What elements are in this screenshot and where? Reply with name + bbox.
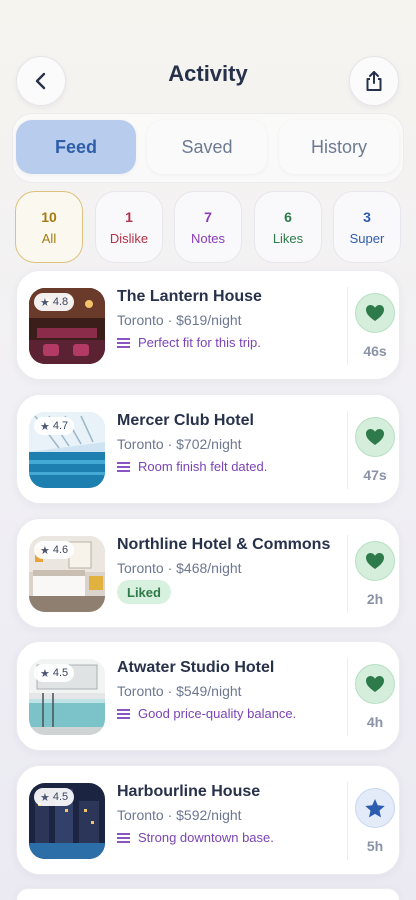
rating-badge: ★ 4.7	[34, 417, 75, 435]
activity-card[interactable]: ★ 4.8 The Lantern House Toronto · $619/n…	[16, 270, 400, 380]
hotel-note: Perfect fit for this trip.	[117, 335, 261, 350]
hotel-photo: ★ 4.6	[29, 536, 105, 612]
time-ago: 2h	[366, 591, 384, 607]
header: Activity	[0, 56, 416, 108]
note-lines-icon	[117, 833, 130, 843]
filter-label: Likes	[272, 230, 304, 246]
filter-notes[interactable]: 7 Notes	[174, 191, 242, 263]
hotel-meta: Toronto · $549/night	[117, 683, 242, 699]
star-icon: ★	[40, 667, 50, 680]
rating-badge: ★ 4.5	[34, 664, 75, 682]
filter-label: Super	[349, 230, 385, 246]
rating-value: 4.5	[52, 667, 69, 679]
rating-value: 4.5	[52, 791, 69, 803]
hotel-photo: ★ 4.8	[29, 288, 105, 364]
tab-saved[interactable]: Saved	[147, 120, 267, 174]
note-text: Room finish felt dated.	[138, 459, 268, 474]
activity-card[interactable]: ★ 4.5 Harbourline House Toronto · $592/n…	[16, 765, 400, 875]
like-button[interactable]	[355, 664, 395, 704]
status-badge: Liked	[117, 580, 171, 604]
star-icon	[365, 798, 385, 817]
filter-count: 3	[363, 208, 371, 225]
activity-card[interactable]	[16, 888, 400, 900]
heart-icon	[366, 305, 384, 321]
tab-history[interactable]: History	[279, 120, 399, 174]
filter-label: Dislike	[109, 230, 149, 246]
rating-value: 4.7	[52, 420, 69, 432]
view-tabs: Feed Saved History	[12, 113, 404, 183]
filter-label: Notes	[191, 230, 225, 246]
note-text: Good price-quality balance.	[138, 706, 297, 721]
hotel-name: Northline Hotel & Commons	[117, 536, 331, 553]
note-text: Perfect fit for this trip.	[138, 335, 261, 350]
hotel-meta: Toronto · $619/night	[117, 312, 242, 328]
time-ago: 47s	[363, 467, 387, 483]
rating-value: 4.6	[52, 544, 69, 556]
star-icon: ★	[40, 420, 50, 433]
rating-badge: ★ 4.6	[34, 541, 75, 559]
divider	[347, 782, 348, 860]
filter-count: 7	[204, 208, 212, 225]
heart-icon	[366, 429, 384, 445]
like-button[interactable]	[355, 293, 395, 333]
share-icon	[366, 71, 382, 91]
rating-badge: ★ 4.8	[34, 293, 75, 311]
filter-label: All	[41, 230, 57, 246]
note-text: Strong downtown base.	[138, 830, 274, 845]
time-ago: 4h	[366, 714, 384, 730]
hotel-name: The Lantern House	[117, 288, 262, 305]
rating-value: 4.8	[52, 296, 69, 308]
filter-super[interactable]: 3 Super	[333, 191, 401, 263]
share-button[interactable]	[349, 56, 399, 106]
rating-badge: ★ 4.5	[34, 788, 75, 806]
note-lines-icon	[117, 462, 130, 472]
activity-card[interactable]: ★ 4.7 Mercer Club Hotel Toronto · $702/n…	[16, 394, 400, 504]
hotel-meta: Toronto · $468/night	[117, 560, 242, 576]
like-button[interactable]	[355, 417, 395, 457]
heart-icon	[366, 553, 384, 569]
filter-likes[interactable]: 6 Likes	[254, 191, 322, 263]
divider	[347, 287, 348, 365]
hotel-name: Mercer Club Hotel	[117, 412, 254, 429]
hotel-name: Harbourline House	[117, 783, 261, 800]
filter-all[interactable]: 10 All	[15, 191, 83, 263]
divider	[347, 535, 348, 613]
filter-dislike[interactable]: 1 Dislike	[95, 191, 163, 263]
divider	[347, 411, 348, 489]
note-lines-icon	[117, 338, 130, 348]
hotel-meta: Toronto · $702/night	[117, 436, 242, 452]
heart-icon	[366, 676, 384, 692]
hotel-note: Good price-quality balance.	[117, 706, 296, 721]
filter-count: 10	[41, 208, 57, 225]
hotel-photo: ★ 4.7	[29, 412, 105, 488]
hotel-note: Room finish felt dated.	[117, 459, 267, 474]
like-button[interactable]	[355, 541, 395, 581]
hotel-note: Strong downtown base.	[117, 830, 274, 845]
time-ago: 46s	[363, 343, 387, 359]
filter-count: 1	[125, 208, 133, 225]
tab-feed[interactable]: Feed	[16, 120, 136, 174]
note-lines-icon	[117, 709, 130, 719]
star-icon: ★	[40, 791, 50, 804]
super-like-button[interactable]	[355, 788, 395, 828]
time-ago: 5h	[366, 838, 384, 854]
filter-count: 6	[284, 208, 292, 225]
hotel-name: Atwater Studio Hotel	[117, 659, 275, 676]
hotel-meta: Toronto · $592/night	[117, 807, 242, 823]
activity-card[interactable]: ★ 4.5 Atwater Studio Hotel Toronto · $54…	[16, 641, 400, 751]
divider	[347, 658, 348, 736]
filter-chips: 10 All 1 Dislike 7 Notes 6 Likes 3 Super	[15, 191, 405, 263]
star-icon: ★	[40, 544, 50, 557]
hotel-photo: ★ 4.5	[29, 659, 105, 735]
activity-card[interactable]: ★ 4.6 Northline Hotel & Commons Toronto …	[16, 518, 400, 628]
hotel-photo: ★ 4.5	[29, 783, 105, 859]
star-icon: ★	[40, 296, 50, 309]
